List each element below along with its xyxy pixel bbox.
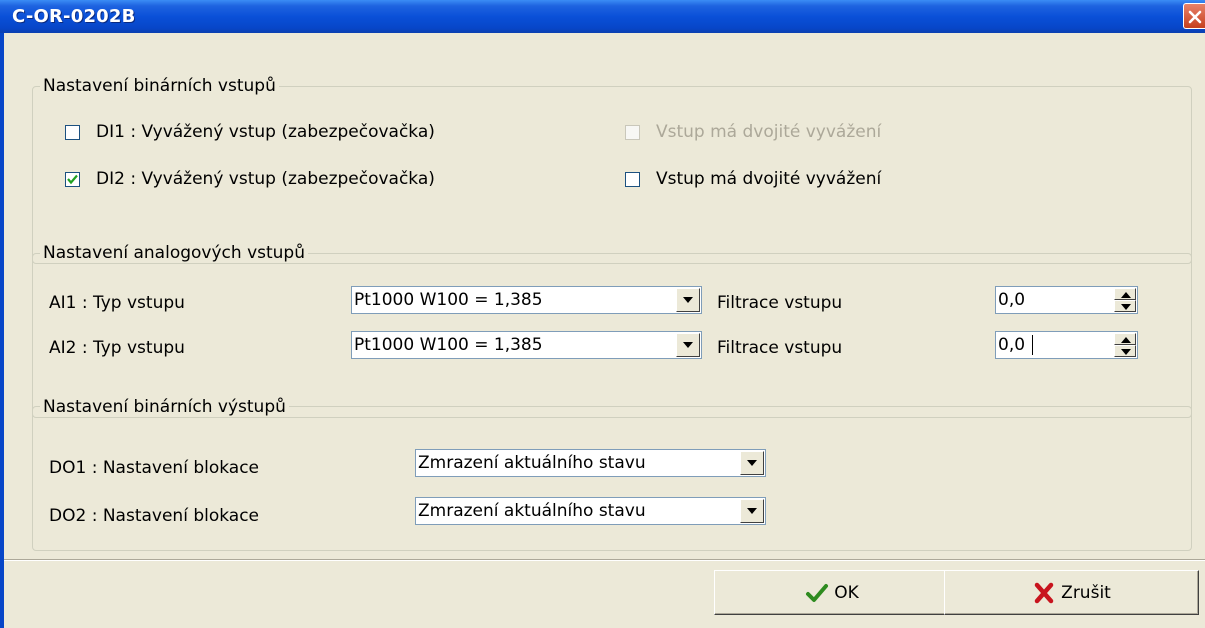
checkmark-icon [806,583,829,602]
window-title: C-OR-0202B [12,6,136,27]
ai1-filter-down-button[interactable] [1114,300,1136,312]
do1-blocking-label: DO1 : Nastavení blokace [49,458,260,478]
do2-blocking-label: DO2 : Nastavení blokace [49,506,260,526]
di2-double-balance-checkbox[interactable] [625,172,640,187]
do1-blocking-value: Zmrazení aktuálního stavu [418,453,646,473]
do1-blocking-select[interactable]: Zmrazení aktuálního stavu [415,449,766,477]
analog-inputs-legend: Nastavení analogových vstupů [40,243,308,263]
do2-blocking-dropdown-button[interactable] [740,499,764,523]
ai1-filter-stepper[interactable]: 0,0 [995,286,1138,314]
di1-balanced-checkbox[interactable] [65,125,80,140]
ai2-filter-up-button[interactable] [1114,333,1136,345]
cancel-button[interactable]: Zrušit [944,570,1199,615]
ai1-type-label: AI1 : Typ vstupu [49,293,185,313]
ai2-filter-down-button[interactable] [1114,345,1136,357]
ai1-filter-value: 0,0 [998,290,1026,310]
di1-balanced-label: DI1 : Vyvážený vstup (zabezpečovačka) [96,122,435,142]
do2-blocking-value: Zmrazení aktuálního stavu [418,501,646,521]
ai2-filter-value: 0,0 [998,335,1026,355]
ai2-type-select[interactable]: Pt1000 W100 = 1,385 [351,331,702,359]
title-bar: C-OR-0202B [0,0,1205,34]
ok-button-label: OK [834,582,859,603]
ok-button[interactable]: OK [714,570,950,615]
ai2-filter-label: Filtrace vstupu [717,338,843,358]
ai1-type-dropdown-button[interactable] [676,288,700,312]
checkmark-icon [67,174,78,185]
dialog-client: Nastavení binárních vstupů DI1 : Vyvážen… [4,33,1205,628]
arrow-down-icon [1121,349,1131,355]
ai1-type-value: Pt1000 W100 = 1,385 [354,290,543,310]
ai2-filter-stepper[interactable]: 0,0 [995,331,1138,359]
red-x-icon [1034,582,1054,603]
arrow-down-icon [1121,304,1131,310]
cancel-button-label: Zrušit [1061,582,1111,603]
ai1-filter-label: Filtrace vstupu [717,293,843,313]
chevron-down-icon [683,297,693,303]
chevron-down-icon [683,342,693,348]
button-bar-separator [4,559,1205,561]
close-icon [1188,10,1202,24]
chevron-down-icon [747,460,757,466]
do1-blocking-dropdown-button[interactable] [740,451,764,475]
ai2-type-label: AI2 : Typ vstupu [49,338,185,358]
ai1-filter-up-button[interactable] [1114,288,1136,300]
text-caret [1032,335,1033,355]
close-button[interactable] [1183,3,1205,29]
do2-blocking-select[interactable]: Zmrazení aktuálního stavu [415,497,766,525]
di2-balanced-checkbox[interactable] [65,172,80,187]
arrow-up-icon [1121,337,1131,343]
di2-balanced-label: DI2 : Vyvážený vstup (zabezpečovačka) [96,169,435,189]
di2-double-balance-label: Vstup má dvojité vyvážení [656,169,882,189]
di1-double-balance-label: Vstup má dvojité vyvážení [656,122,882,142]
arrow-up-icon [1121,292,1131,298]
di1-double-balance-checkbox [625,125,640,140]
chevron-down-icon [747,508,757,514]
ai2-type-value: Pt1000 W100 = 1,385 [354,335,543,355]
binary-outputs-legend: Nastavení binárních výstupů [40,397,289,417]
binary-outputs-group [32,406,1192,551]
ai1-type-select[interactable]: Pt1000 W100 = 1,385 [351,286,702,314]
binary-inputs-legend: Nastavení binárních vstupů [40,76,279,96]
ai2-type-dropdown-button[interactable] [676,333,700,357]
